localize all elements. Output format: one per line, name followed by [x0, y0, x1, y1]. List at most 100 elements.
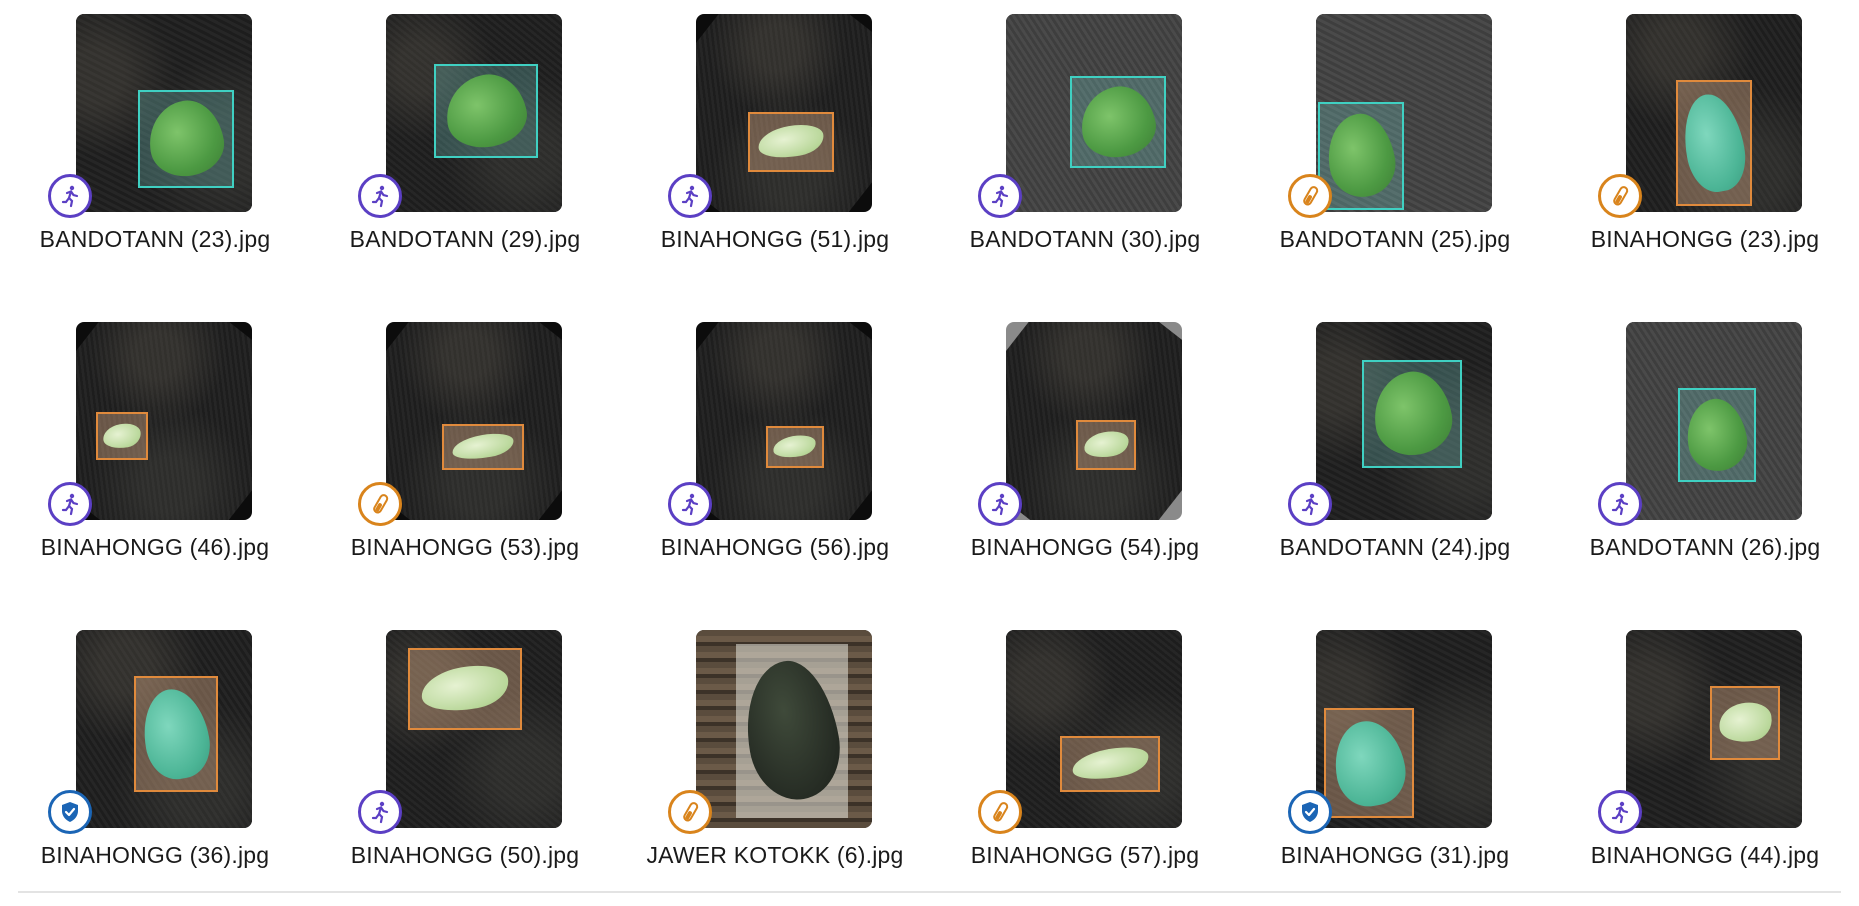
image-thumbnail[interactable] [386, 322, 562, 520]
file-name: BINAHONGG (51).jpg [660, 226, 890, 252]
image-tile[interactable]: BANDOTANN (25).jpg [1240, 0, 1540, 260]
file-name: JAWER KOTOKK (6).jpg [646, 842, 904, 868]
test-tube-icon [1303, 186, 1319, 206]
running-person-icon [371, 801, 389, 824]
image-thumbnail[interactable] [1316, 630, 1492, 828]
image-thumbnail[interactable] [1006, 630, 1182, 828]
running-person-icon [1611, 493, 1629, 516]
image-thumbnail[interactable] [76, 14, 252, 212]
image-tile[interactable]: BINAHONGG (50).jpg [310, 616, 610, 876]
train-split-badge [1288, 482, 1332, 526]
file-name: BINAHONGG (44).jpg [1590, 842, 1820, 868]
running-person-icon [681, 493, 699, 516]
image-tile[interactable]: BINAHONGG (53).jpg [310, 308, 610, 568]
annotation-box [442, 424, 524, 470]
valid-split-badge [1288, 790, 1332, 834]
test-split-badge [978, 790, 1022, 834]
image-tile[interactable]: BINAHONGG (46).jpg [0, 308, 300, 568]
test-split-badge [1598, 174, 1642, 218]
train-split-badge [48, 482, 92, 526]
annotation-box [748, 112, 834, 172]
image-thumbnail[interactable] [1626, 322, 1802, 520]
file-name: BINAHONGG (46).jpg [40, 534, 270, 560]
image-thumbnail[interactable] [1626, 630, 1802, 828]
image-tile[interactable]: BINAHONGG (57).jpg [930, 616, 1230, 876]
image-tile[interactable]: BINAHONGG (56).jpg [620, 308, 920, 568]
image-tile[interactable]: BANDOTANN (26).jpg [1550, 308, 1850, 568]
image-tile[interactable]: BINAHONGG (23).jpg [1550, 0, 1850, 260]
train-split-badge [668, 174, 712, 218]
annotation-box [134, 676, 218, 792]
running-person-icon [1301, 493, 1319, 516]
image-tile[interactable]: BANDOTANN (29).jpg [310, 0, 610, 260]
train-split-badge [358, 174, 402, 218]
image-tile[interactable]: JAWER KOTOKK (6).jpg [620, 616, 920, 876]
image-thumbnail[interactable] [76, 630, 252, 828]
running-person-icon [991, 493, 1009, 516]
file-name: BANDOTANN (29).jpg [349, 226, 581, 252]
image-thumbnail[interactable] [696, 630, 872, 828]
annotation-box [1324, 708, 1414, 818]
train-split-badge [358, 790, 402, 834]
image-tile[interactable]: BINAHONGG (36).jpg [0, 616, 300, 876]
running-person-icon [1611, 801, 1629, 824]
running-person-icon [61, 493, 79, 516]
train-split-badge [1598, 790, 1642, 834]
file-name: BINAHONGG (54).jpg [970, 534, 1200, 560]
file-name: BINAHONGG (53).jpg [350, 534, 580, 560]
image-thumbnail[interactable] [1006, 322, 1182, 520]
annotation-box [138, 90, 234, 188]
annotation-box [1362, 360, 1462, 468]
image-thumbnail[interactable] [386, 14, 562, 212]
image-thumbnail[interactable] [696, 14, 872, 212]
file-name: BANDOTANN (26).jpg [1589, 534, 1821, 560]
test-split-badge [668, 790, 712, 834]
test-split-badge [358, 482, 402, 526]
bottom-divider [18, 891, 1841, 893]
image-tile[interactable]: BINAHONGG (44).jpg [1550, 616, 1850, 876]
file-name: BINAHONGG (23).jpg [1590, 226, 1820, 252]
valid-split-badge [48, 790, 92, 834]
file-name: BINAHONGG (56).jpg [660, 534, 890, 560]
annotation-box [766, 426, 824, 468]
image-tile[interactable]: BINAHONGG (51).jpg [620, 0, 920, 260]
file-name: BINAHONGG (57).jpg [970, 842, 1200, 868]
train-split-badge [668, 482, 712, 526]
train-split-badge [978, 482, 1022, 526]
train-split-badge [48, 174, 92, 218]
file-name: BANDOTANN (30).jpg [969, 226, 1201, 252]
file-name: BANDOTANN (23).jpg [39, 226, 271, 252]
annotation-box [1676, 80, 1752, 206]
image-thumbnail[interactable] [1006, 14, 1182, 212]
image-grid: BANDOTANN (23).jpg BANDOTANN (29).jpg BI… [0, 0, 1859, 906]
image-thumbnail[interactable] [76, 322, 252, 520]
annotation-box [1060, 736, 1160, 792]
image-thumbnail[interactable] [1316, 322, 1492, 520]
image-tile[interactable]: BINAHONGG (54).jpg [930, 308, 1230, 568]
test-tube-icon [373, 494, 389, 514]
train-split-badge [978, 174, 1022, 218]
test-split-badge [1288, 174, 1332, 218]
test-tube-icon [993, 802, 1009, 822]
test-tube-icon [683, 802, 699, 822]
shield-check-icon [62, 802, 78, 822]
train-split-badge [1598, 482, 1642, 526]
file-name: BINAHONGG (31).jpg [1280, 842, 1510, 868]
running-person-icon [61, 185, 79, 208]
file-name: BANDOTANN (25).jpg [1279, 226, 1511, 252]
image-thumbnail[interactable] [386, 630, 562, 828]
image-tile[interactable]: BANDOTANN (23).jpg [0, 0, 300, 260]
annotation-box [1076, 420, 1136, 470]
running-person-icon [681, 185, 699, 208]
image-thumbnail[interactable] [1316, 14, 1492, 212]
file-name: BINAHONGG (36).jpg [40, 842, 270, 868]
image-thumbnail[interactable] [696, 322, 872, 520]
image-tile[interactable]: BINAHONGG (31).jpg [1240, 616, 1540, 876]
image-tile[interactable]: BANDOTANN (30).jpg [930, 0, 1230, 260]
annotation-box [408, 648, 522, 730]
running-person-icon [991, 185, 1009, 208]
file-name: BANDOTANN (24).jpg [1279, 534, 1511, 560]
running-person-icon [371, 185, 389, 208]
image-thumbnail[interactable] [1626, 14, 1802, 212]
image-tile[interactable]: BANDOTANN (24).jpg [1240, 308, 1540, 568]
